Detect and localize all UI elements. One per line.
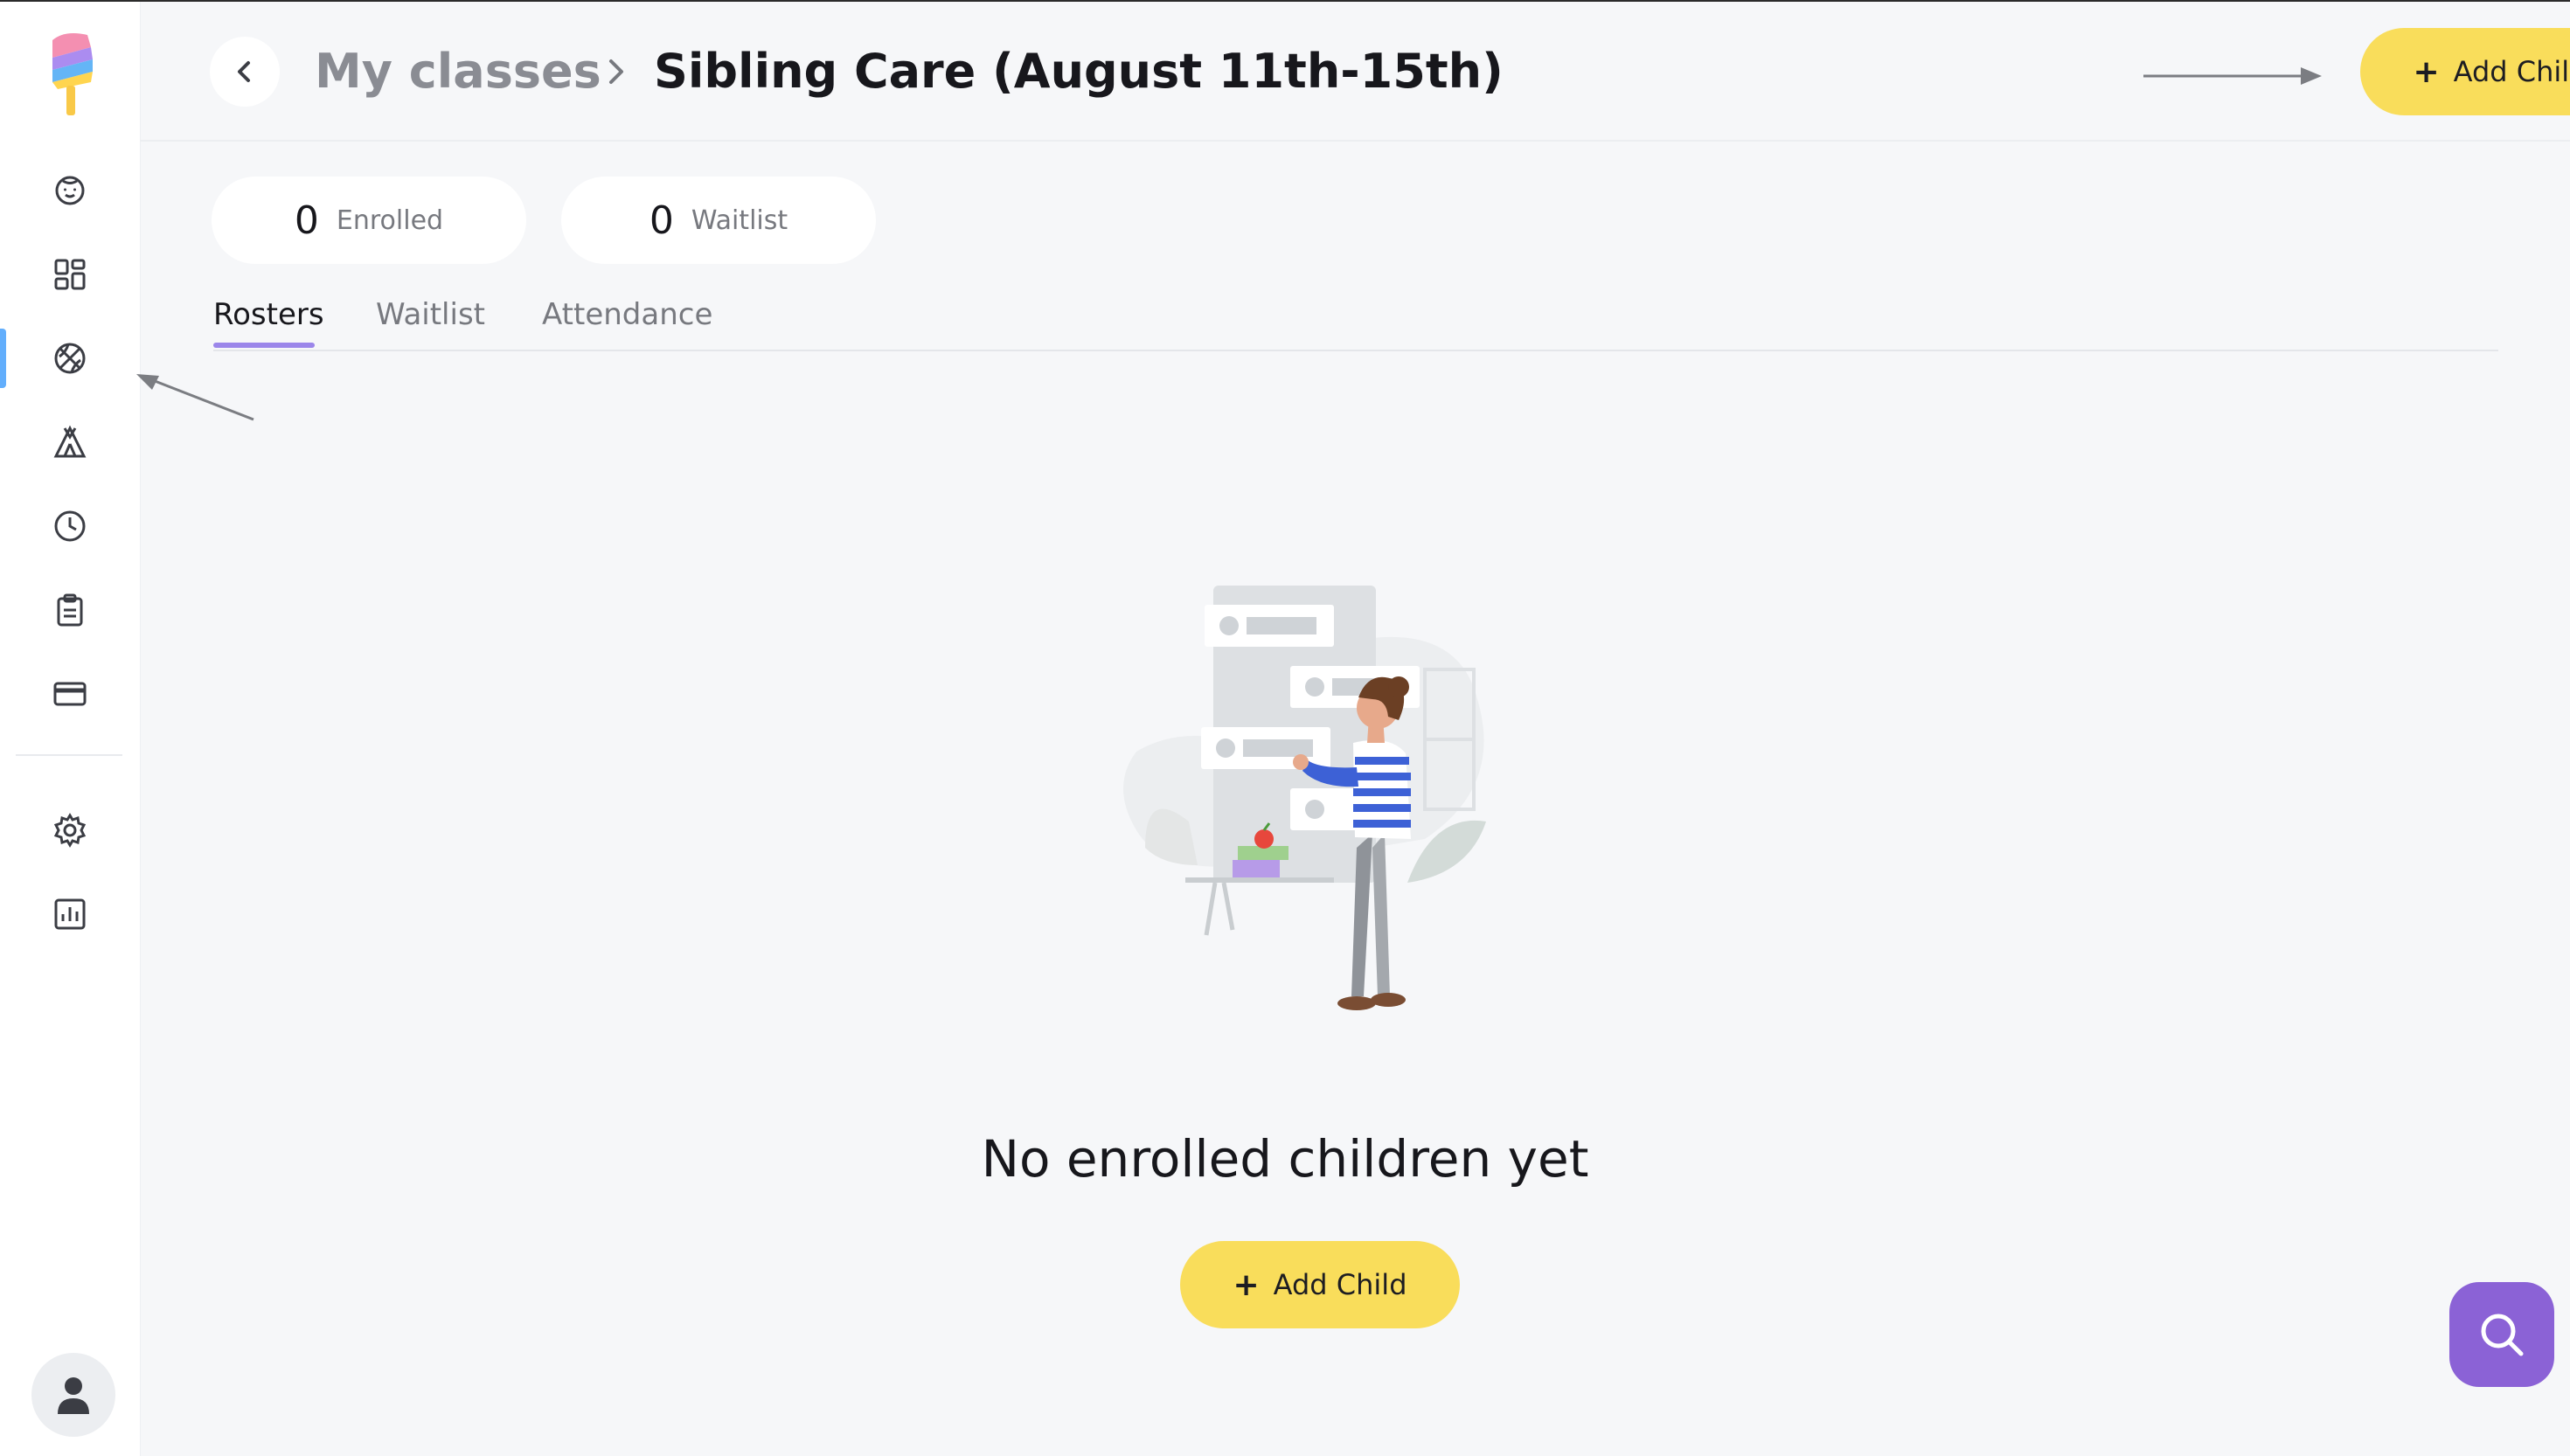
sidebar-item-forms[interactable] <box>0 568 140 652</box>
sidebar-item-schedule[interactable] <box>0 484 140 568</box>
enrolled-count-card: 0 Enrolled <box>212 177 526 264</box>
child-face-icon <box>55 176 85 205</box>
page-title: Sibling Care (August 11th-15th) <box>654 44 1504 99</box>
tab-attendance[interactable]: Attendance <box>542 297 712 348</box>
chevron-left-icon <box>238 61 250 82</box>
camp-tent-icon <box>53 425 87 458</box>
breadcrumb-my-classes[interactable]: My classes <box>315 37 601 107</box>
user-avatar[interactable] <box>31 1353 115 1437</box>
tab-rosters[interactable]: Rosters <box>213 297 324 348</box>
tab-waitlist[interactable]: Waitlist <box>376 297 485 348</box>
back-button[interactable] <box>210 37 280 107</box>
reports-chart-icon <box>54 898 86 930</box>
empty-roster-illustration <box>1123 586 1486 1010</box>
basketball-icon <box>54 343 86 374</box>
sidebar-item-dashboard[interactable] <box>0 232 140 316</box>
waitlist-count-card: 0 Waitlist <box>561 177 876 264</box>
empty-state-add-child-label: Add Child <box>1273 1268 1407 1301</box>
search-help-button[interactable] <box>2449 1282 2554 1387</box>
app-logo[interactable] <box>49 31 96 119</box>
sidebar-item-classes[interactable] <box>0 316 140 400</box>
gear-icon <box>53 813 87 848</box>
annotation-arrow-left <box>136 374 254 421</box>
add-child-button[interactable]: + Add Child <box>2360 28 2570 115</box>
plus-icon: + <box>2413 53 2440 90</box>
empty-state-message: No enrolled children yet <box>981 1129 1589 1189</box>
tab-rosters-label: Rosters <box>213 297 324 332</box>
sidebar-item-payments[interactable] <box>0 652 140 736</box>
user-avatar-icon <box>58 1377 89 1414</box>
empty-state-add-child-button[interactable]: + Add Child <box>1180 1241 1460 1328</box>
page-header: My classes Sibling Care (August 11th-15t… <box>140 2 2570 142</box>
dashboard-icon <box>54 259 86 290</box>
sidebar-item-camps[interactable] <box>0 400 140 484</box>
sidebar <box>0 2 141 1456</box>
waitlist-count: 0 <box>649 198 674 243</box>
clock-icon <box>54 510 86 542</box>
enrolled-count: 0 <box>294 198 319 243</box>
sidebar-divider <box>16 754 122 756</box>
search-icon <box>2481 1314 2524 1356</box>
enrolled-label: Enrolled <box>336 205 444 236</box>
plus-icon: + <box>1233 1266 1260 1303</box>
sidebar-item-reports[interactable] <box>0 872 140 956</box>
tab-bar: Rosters Waitlist Attendance <box>213 297 2498 351</box>
credit-card-icon <box>53 682 87 706</box>
annotation-arrow-right <box>2143 67 2322 85</box>
active-tab-indicator <box>213 343 315 348</box>
clipboard-icon <box>57 593 83 627</box>
chevron-right-icon <box>609 59 623 84</box>
sidebar-item-settings[interactable] <box>0 788 140 872</box>
waitlist-label: Waitlist <box>691 205 788 236</box>
sidebar-item-children[interactable] <box>0 149 140 232</box>
add-child-label: Add Child <box>2453 55 2570 88</box>
